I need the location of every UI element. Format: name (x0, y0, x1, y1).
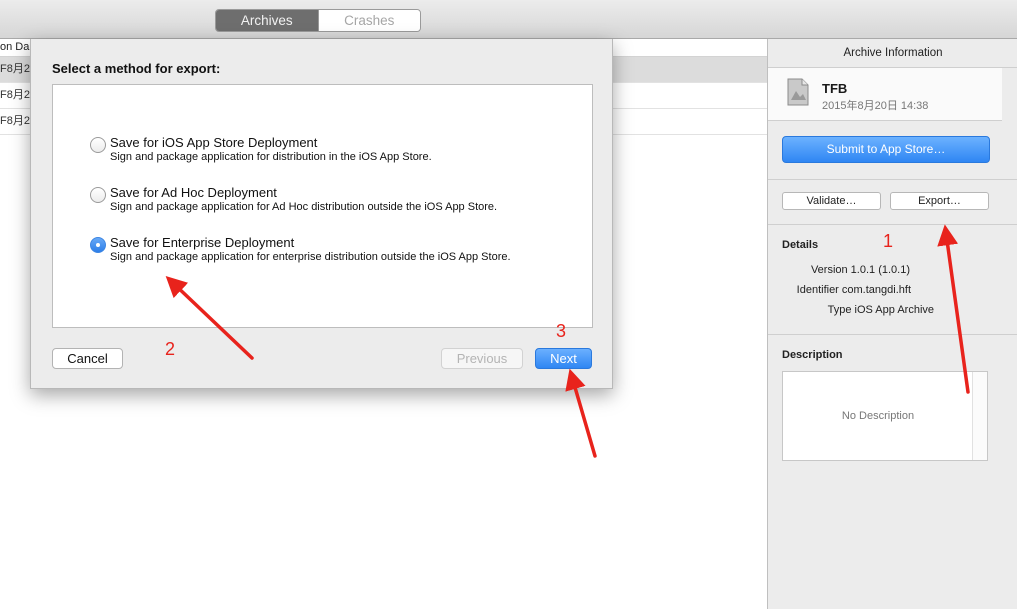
arrow-to-enterprise (165, 275, 254, 360)
annotation-arrows (165, 224, 970, 458)
arrow-to-export (937, 224, 970, 394)
annotation-step-1: 1 (883, 231, 894, 251)
annotation-step-3: 3 (556, 321, 567, 341)
annotation-step-2: 2 (165, 339, 176, 359)
arrow-to-next (565, 368, 597, 458)
